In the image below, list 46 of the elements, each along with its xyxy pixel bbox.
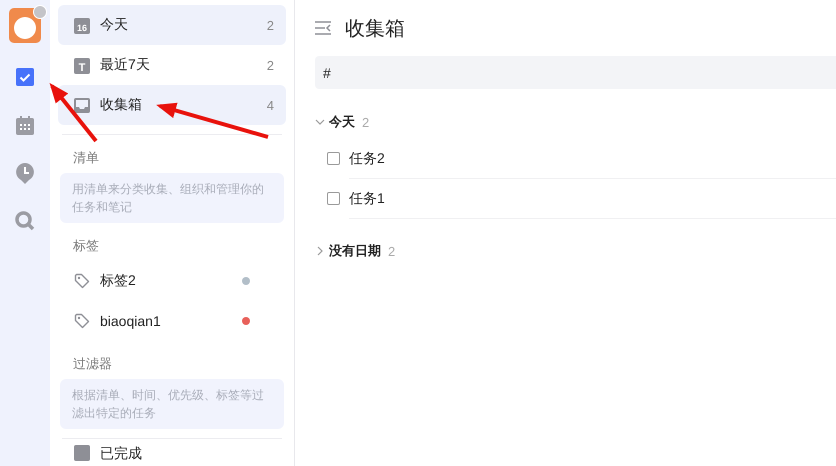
sidebar-item-label: 收集箱 <box>100 96 143 114</box>
tag-label: biaoqian1 <box>100 313 162 329</box>
hint-text: 根据清单、时间、优先级、标签等过滤出特定的任务 <box>60 379 284 429</box>
task-checkbox[interactable] <box>327 152 340 164</box>
status-badge <box>33 5 47 19</box>
checkbox-icon <box>16 68 34 86</box>
group-label: 今天 <box>329 113 355 131</box>
sidebar-item[interactable]: 16 今天 2 <box>58 5 286 45</box>
section-header: 清单 <box>72 149 100 167</box>
calendar-icon <box>16 116 34 134</box>
completed-icon <box>74 445 90 461</box>
menu-icon[interactable] <box>315 21 331 35</box>
sidebar-item[interactable]: 已完成 <box>58 439 286 466</box>
calendar-icon: T <box>74 56 90 74</box>
section-header: 过滤器 <box>72 355 113 373</box>
task-checkbox[interactable] <box>327 192 340 204</box>
avatar[interactable] <box>9 8 41 43</box>
group-label: 没有日期 <box>329 242 381 260</box>
annotation-arrow <box>50 82 98 142</box>
page-title: 收集箱 <box>345 16 405 42</box>
chevron-down-icon[interactable] <box>315 117 325 127</box>
tag-icon <box>74 313 90 329</box>
item-count: 4 <box>266 98 274 112</box>
section-header: 标签 <box>72 237 100 255</box>
sidebar-item-label: 已完成 <box>100 445 143 463</box>
inbox-icon <box>74 98 90 112</box>
tag-item[interactable]: biaoqian1 <box>58 301 286 341</box>
tag-item[interactable]: 标签2 <box>58 261 286 301</box>
group-count: 2 <box>388 244 396 258</box>
tag-label: 标签2 <box>100 272 137 290</box>
search-icon <box>15 211 35 231</box>
calendar-icon: 16 <box>74 16 90 34</box>
chevron-right-icon[interactable] <box>315 246 325 256</box>
sidebar-item[interactable]: 收集箱 4 <box>58 85 286 125</box>
hint-text: 用清单来分类收集、组织和管理你的任务和笔记 <box>60 173 284 223</box>
sidebar-item-label: 最近7天 <box>100 56 151 74</box>
tag-icon <box>74 273 90 289</box>
add-task-field[interactable]: # <box>315 56 836 89</box>
task-title[interactable]: 任务2 <box>349 138 836 178</box>
sidebar-item-label: 今天 <box>100 16 129 34</box>
clock-pin-icon <box>16 162 34 184</box>
group-count: 2 <box>362 114 370 130</box>
task-title[interactable]: 任务1 <box>349 178 836 218</box>
item-count: 2 <box>266 18 274 32</box>
item-count: 2 <box>266 58 274 72</box>
sidebar-item[interactable]: T 最近7天 2 <box>58 45 286 85</box>
